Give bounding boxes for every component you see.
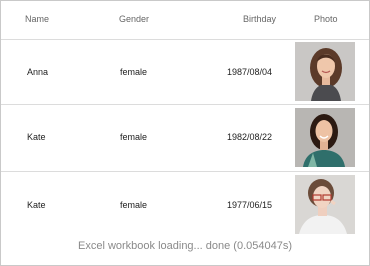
cell-name: Kate — [27, 200, 46, 210]
table-header: Name Gender Birthday Photo — [1, 1, 369, 40]
cell-name: Anna — [27, 67, 49, 77]
photo-kate-1 — [295, 108, 355, 167]
cell-birthday: 1987/08/04 — [227, 67, 273, 77]
status-text: Excel workbook loading... done (0.054047… — [77, 240, 293, 252]
column-header-birthday: Birthday — [243, 14, 277, 24]
column-header-gender: Gender — [119, 14, 150, 24]
photo-kate-2 — [295, 175, 355, 234]
cell-gender: female — [120, 200, 148, 210]
cell-birthday: 1982/08/22 — [227, 132, 273, 142]
table-row[interactable]: Kate female 1977/06/15 — [1, 172, 369, 236]
cell-birthday: 1977/06/15 — [227, 200, 273, 210]
column-header-name: Name — [25, 14, 50, 24]
photo-anna — [295, 42, 355, 101]
cell-gender: female — [120, 67, 148, 77]
table-row[interactable]: Anna female 1987/08/04 — [1, 40, 369, 105]
table-row[interactable]: Kate female 1982/08/22 — [1, 105, 369, 172]
cell-gender: female — [120, 132, 148, 142]
table-window: Name Gender Birthday Photo Anna female 1… — [0, 0, 370, 266]
cell-name: Kate — [27, 132, 46, 142]
column-header-photo: Photo — [314, 14, 338, 24]
